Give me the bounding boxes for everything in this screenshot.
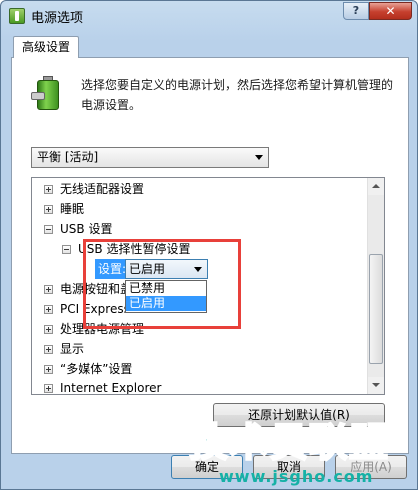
power-battery-icon	[31, 74, 65, 112]
scroll-thumb[interactable]	[369, 254, 383, 364]
highlight-box	[83, 239, 241, 329]
help-button[interactable]: ?	[343, 2, 369, 20]
close-button[interactable]: ✕	[369, 2, 412, 20]
scroll-up-icon[interactable]	[368, 178, 384, 195]
ok-button[interactable]: 确定	[171, 455, 243, 479]
tree-item-label: “多媒体”设置	[60, 362, 133, 376]
cancel-button[interactable]: 取消	[253, 455, 325, 479]
power-plan-value: 平衡 [活动]	[37, 150, 99, 164]
power-options-window: 电源选项 ? ✕ 高级设置 选择您要自定义的电源计划，然后选择您希望计算机管理的…	[0, 0, 418, 490]
expand-icon[interactable]	[44, 185, 53, 194]
tree-item-label: USB 设置	[60, 222, 113, 236]
tree-item-label: 睡眠	[60, 202, 85, 216]
tab-advanced-settings[interactable]: 高级设置	[13, 36, 79, 58]
chevron-down-icon	[255, 155, 263, 160]
tree-item-label: 无线适配器设置	[60, 182, 145, 196]
expand-icon[interactable]	[44, 365, 53, 374]
apply-button[interactable]: 应用(A)	[335, 455, 407, 479]
expand-icon[interactable]	[44, 305, 53, 314]
restore-defaults-button[interactable]: 还原计划默认值(R)	[213, 403, 385, 427]
intro-text: 选择您要自定义的电源计划，然后选择您希望计算机管理的电源设置。	[81, 78, 394, 112]
collapse-icon[interactable]	[62, 245, 71, 254]
tree-item-label: Internet Explorer	[60, 381, 162, 395]
expand-icon[interactable]	[44, 205, 53, 214]
expand-icon[interactable]	[44, 384, 53, 393]
power-plan-select[interactable]: 平衡 [活动]	[31, 147, 269, 168]
window-title: 电源选项	[31, 11, 84, 26]
tree-item-label: 显示	[60, 342, 85, 356]
expand-icon[interactable]	[44, 325, 53, 334]
title-bar[interactable]: 电源选项 ? ✕	[1, 1, 417, 31]
collapse-icon[interactable]	[44, 225, 53, 234]
power-options-icon	[9, 8, 25, 24]
expand-icon[interactable]	[44, 345, 53, 354]
scroll-down-icon[interactable]	[368, 377, 384, 394]
expand-icon[interactable]	[44, 285, 53, 294]
vertical-scrollbar[interactable]	[367, 178, 384, 394]
